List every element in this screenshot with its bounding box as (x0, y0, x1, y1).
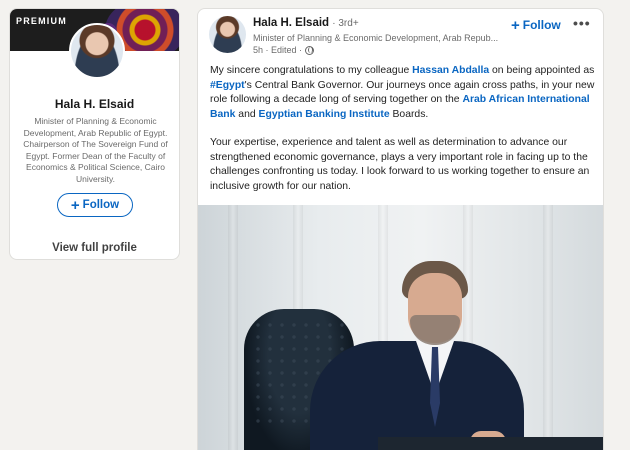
hashtag-egypt[interactable]: #Egypt (210, 80, 245, 91)
premium-label: PREMIUM (16, 16, 67, 26)
mention-hassan-abdalla[interactable]: Hassan Abdalla (412, 65, 489, 76)
text-fragment: Boards. (389, 108, 429, 120)
post-meta: 5h · Edited · (253, 45, 315, 55)
profile-avatar[interactable] (69, 23, 125, 79)
post-timestamp: 5h · Edited · (253, 45, 303, 55)
text-fragment: My sincere congratulations to my colleag… (210, 65, 413, 76)
sidebar-follow-button[interactable]: + Follow (57, 193, 133, 217)
post-paragraph-2: Your expertise, experience and talent as… (210, 137, 590, 192)
author-subtitle: Minister of Planning & Economic Developm… (253, 33, 499, 43)
text-fragment: and (235, 108, 259, 120)
author-line: Hala H. Elsaid · 3rd+ (253, 17, 359, 29)
curtain-fold (228, 205, 238, 450)
post-follow-button[interactable]: + Follow (511, 14, 561, 36)
text-fragment: on being appointed as (489, 65, 595, 76)
portrait-person (302, 261, 524, 450)
post-card: Hala H. Elsaid · 3rd+ Minister of Planni… (197, 8, 604, 450)
profile-card: PREMIUM Hala H. Elsaid Minister of Plann… (9, 8, 180, 260)
mention-egyptian-banking-institute[interactable]: Egyptian Banking Institute (259, 109, 390, 120)
post-header: Hala H. Elsaid · 3rd+ Minister of Planni… (198, 9, 603, 61)
profile-headline: Minister of Planning & Economic Developm… (23, 116, 168, 184)
post-image[interactable] (198, 205, 603, 450)
sidebar-follow-label: Follow (82, 199, 120, 211)
curtain-fold (543, 205, 553, 450)
author-avatar[interactable] (209, 16, 246, 53)
view-full-profile-link[interactable]: View full profile (10, 242, 179, 254)
author-name[interactable]: Hala H. Elsaid (253, 17, 329, 29)
more-options-icon[interactable]: ••• (573, 15, 591, 31)
profile-name[interactable]: Hala H. Elsaid (10, 97, 179, 111)
globe-icon (305, 45, 315, 55)
connection-degree: · 3rd+ (332, 18, 359, 29)
plus-icon: + (511, 16, 520, 34)
post-paragraph-1: My sincere congratulations to my colleag… (210, 64, 596, 122)
desk (378, 437, 603, 450)
plus-icon: + (70, 196, 80, 214)
post-follow-label: Follow (522, 18, 561, 32)
post-body: My sincere congratulations to my colleag… (210, 64, 596, 208)
